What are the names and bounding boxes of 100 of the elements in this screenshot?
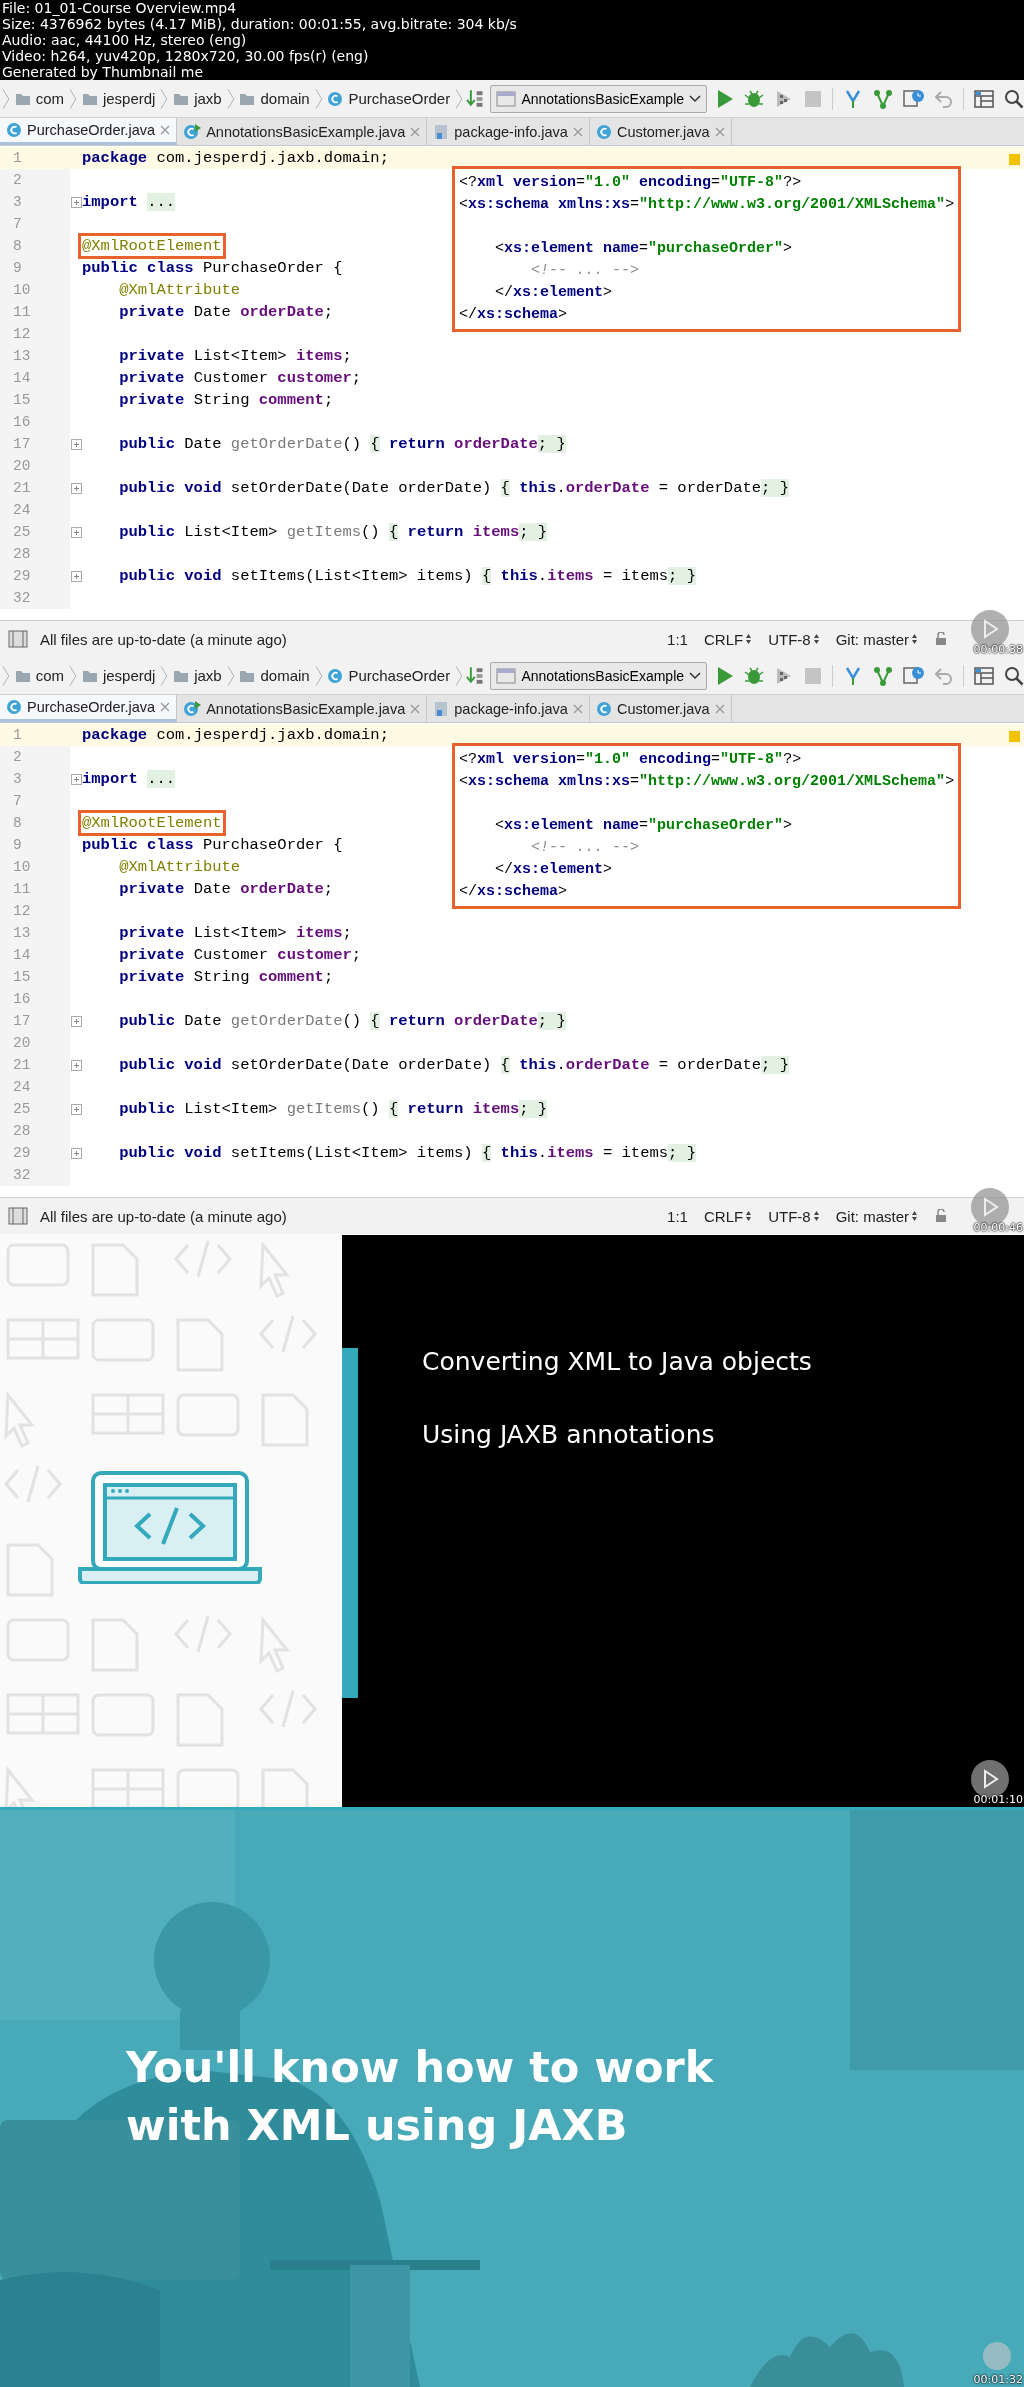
line-number: 25 <box>0 521 70 543</box>
line-number: 7 <box>0 213 70 235</box>
breadcrumb-item[interactable]: jaxb <box>171 90 224 107</box>
xml-line: </xs:element> <box>494 860 614 880</box>
line-number: 17 <box>0 1010 70 1032</box>
line-separator-selector[interactable]: CRLF <box>703 630 753 648</box>
line-number: 9 <box>0 834 70 856</box>
timestamp: 00:00:38 <box>973 643 1023 656</box>
code-line: public Date getOrderDate() { return orderDate; } <box>118 434 566 455</box>
line-number: 10 <box>0 856 70 878</box>
line-number: 20 <box>0 455 70 477</box>
status-message: All files are up-to-date (a minute ago) <box>40 630 288 648</box>
breadcrumb-item[interactable]: com <box>12 667 67 684</box>
timestamp: 00:01:32 <box>973 2373 1023 2386</box>
code-line: import ... <box>82 192 176 213</box>
xml-line: </xs:element> <box>494 283 614 303</box>
code-line: public List<Item> getItems() { return items; } <box>118 522 548 543</box>
git-branch-selector[interactable]: Git: master <box>835 1207 918 1225</box>
run-configuration-dropdown[interactable]: AnnotationsBasicExample <box>490 84 708 113</box>
xml-line: <xs:schema xmlns:xs="http://www.w3.org/2001/XMLSchema"> <box>459 772 955 792</box>
status-message: All files are up-to-date (a minute ago) <box>40 1207 288 1225</box>
xml-line: <xs:element name="purchaseOrder"> <box>494 816 794 836</box>
breadcrumb-item[interactable]: jesperdj <box>79 90 158 107</box>
xml-line: <xs:element name="purchaseOrder"> <box>494 239 794 259</box>
code-line: package com.jesperdj.jaxb.domain; <box>82 725 389 746</box>
encoding-selector[interactable]: UTF-8 <box>768 630 820 648</box>
line-number: 28 <box>0 1120 70 1142</box>
code-line: public List<Item> getItems() { return items; } <box>118 1099 548 1120</box>
breadcrumb-item[interactable]: PurchaseOrder <box>325 90 453 107</box>
info-line: Video: h264, yuv420p, 1280x720, 30.00 fps(r) (eng) <box>2 48 370 64</box>
caret-position[interactable]: 1:1 <box>667 630 688 648</box>
breadcrumb-item[interactable]: jaxb <box>171 667 224 684</box>
run-configuration-dropdown[interactable]: AnnotationsBasicExample <box>490 661 708 690</box>
line-number: 14 <box>0 944 70 966</box>
tab-label: AnnotationsBasicExample.java <box>206 123 406 140</box>
tab-label: Customer.java <box>616 123 710 140</box>
breadcrumb-item[interactable]: domain <box>237 667 312 684</box>
heading-line: with XML using JAXB <box>126 2099 629 2152</box>
info-line: Generated by Thumbnail me <box>2 64 205 80</box>
line-number: 15 <box>0 966 70 988</box>
line-number: 3 <box>0 191 70 213</box>
line-number: 25 <box>0 1098 70 1120</box>
git-branch-selector[interactable]: Git: master <box>835 630 918 648</box>
code-line: public void setItems(List<Item> items) { this.items = items; } <box>118 566 696 587</box>
line-number: 8 <box>0 235 70 257</box>
slide-text: Using JAXB annotations <box>422 1420 716 1449</box>
tab-label: PurchaseOrder.java <box>27 122 156 138</box>
line-number: 29 <box>0 565 70 587</box>
encoding-selector[interactable]: UTF-8 <box>768 1207 820 1225</box>
code-line: private String comment; <box>118 967 334 988</box>
caret-position[interactable]: 1:1 <box>667 1207 688 1225</box>
breadcrumb-item[interactable]: PurchaseOrder <box>325 667 453 684</box>
code-line: private Date orderDate; <box>118 879 334 900</box>
tab-label: PurchaseOrder.java <box>27 699 156 715</box>
line-number: 21 <box>0 1054 70 1076</box>
code-line: public void setOrderDate(Date orderDate) { this.orderDate = orderDate; } <box>118 1055 789 1076</box>
timestamp: 00:00:46 <box>973 1221 1023 1234</box>
code-line: @XmlAttribute <box>118 280 241 301</box>
code-line: @XmlAttribute <box>118 857 241 878</box>
xml-line: <xs:schema xmlns:xs="http://www.w3.org/2001/XMLSchema"> <box>459 195 955 215</box>
line-separator-selector[interactable]: CRLF <box>703 1207 753 1225</box>
code-line: public class PurchaseOrder { <box>82 835 343 856</box>
info-line: Size: 4376962 bytes (4.17 MiB), duration: 00:01:55, avg.bitrate: 304 kb/s <box>2 16 518 32</box>
line-number: 7 <box>0 790 70 812</box>
code-line: private String comment; <box>118 390 334 411</box>
line-number: 24 <box>0 499 70 521</box>
line-number: 17 <box>0 433 70 455</box>
editor-tab[interactable]: PurchaseOrder.java <box>0 118 178 145</box>
line-number: 16 <box>0 411 70 433</box>
line-number: 16 <box>0 988 70 1010</box>
xml-line: <?xml version="1.0" encoding="UTF-8"?> <box>459 750 803 770</box>
code-line: public void setOrderDate(Date orderDate) { this.orderDate = orderDate; } <box>118 478 789 499</box>
breadcrumb-item[interactable]: com <box>12 90 67 107</box>
info-line: Audio: aac, 44100 Hz, stereo (eng) <box>2 32 248 48</box>
code-line: private Customer customer; <box>118 945 362 966</box>
line-number: 2 <box>0 746 70 768</box>
line-number: 13 <box>0 345 70 367</box>
info-line: File: 01_01-Course Overview.mp4 <box>2 0 238 16</box>
xml-line: </xs:schema> <box>459 882 569 902</box>
code-line: import ... <box>82 769 176 790</box>
heading-line: You'll know how to work <box>126 2041 714 2094</box>
line-number: 20 <box>0 1032 70 1054</box>
breadcrumb-item[interactable]: domain <box>237 90 312 107</box>
line-number: 2 <box>0 169 70 191</box>
line-number: 13 <box>0 922 70 944</box>
line-number: 12 <box>0 900 70 922</box>
code-line: private List<Item> items; <box>118 923 352 944</box>
line-number: 8 <box>0 812 70 834</box>
code-line: private List<Item> items; <box>118 346 352 367</box>
line-number: 3 <box>0 768 70 790</box>
xml-line: <?xml version="1.0" encoding="UTF-8"?> <box>459 173 803 193</box>
editor-tab[interactable]: PurchaseOrder.java <box>0 695 178 722</box>
line-number: 32 <box>0 587 70 609</box>
xml-line: <!-- ... --> <box>530 261 641 281</box>
breadcrumb-item[interactable]: jesperdj <box>79 667 158 684</box>
line-number: 9 <box>0 257 70 279</box>
line-number: 21 <box>0 477 70 499</box>
code-line: package com.jesperdj.jaxb.domain; <box>82 148 389 169</box>
line-number: 24 <box>0 1076 70 1098</box>
line-number: 15 <box>0 389 70 411</box>
